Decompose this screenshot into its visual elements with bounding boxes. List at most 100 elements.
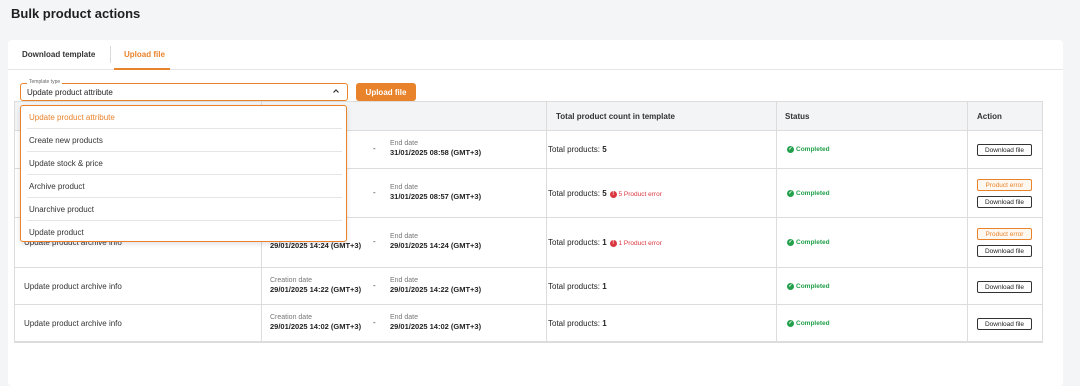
- dropdown-option[interactable]: Create new products: [21, 129, 346, 152]
- download-file-button[interactable]: Download file: [977, 245, 1032, 257]
- download-file-button[interactable]: Download file: [977, 196, 1032, 208]
- product-count-label: Total products:: [548, 189, 603, 198]
- status-text: Completed: [796, 320, 830, 328]
- product-error-note: ! 1 Product error: [609, 239, 662, 247]
- product-count-value: 5: [602, 189, 607, 198]
- dropdown-option[interactable]: Update stock & price: [21, 152, 346, 175]
- check-circle-icon: ✓: [787, 283, 794, 290]
- product-count-value: 1: [602, 282, 607, 291]
- creation-date-value: 29/01/2025 14:22 (GMT+3): [270, 285, 362, 294]
- tab-upload-file[interactable]: Upload file: [124, 50, 165, 59]
- status-text: Completed: [796, 283, 830, 291]
- end-date-value: 29/01/2025 14:24 (GMT+3): [390, 241, 482, 250]
- template-type-label: Template type: [27, 79, 63, 85]
- check-circle-icon: ✓: [787, 146, 794, 153]
- header-product-count: Total product count in template: [556, 112, 675, 121]
- product-count-value: 1: [602, 319, 607, 328]
- end-date-label: End date: [390, 314, 419, 321]
- dropdown-option[interactable]: Archive product: [21, 175, 346, 198]
- column-divider: [776, 305, 777, 341]
- product-error-text: 5 Product error: [618, 191, 662, 198]
- tab-divider: [110, 46, 111, 63]
- column-divider: [967, 268, 968, 304]
- upload-file-button[interactable]: Upload file: [356, 83, 416, 101]
- creation-date-label: Creation date: [270, 277, 313, 284]
- column-divider: [776, 131, 777, 168]
- product-count: Total products: 5! 5 Product error: [548, 189, 662, 198]
- creation-date: Creation date 29/01/2025 14:02 (GMT+3): [270, 314, 361, 331]
- chevron-up-icon: [333, 89, 339, 93]
- status-badge: ✓ Completed: [787, 283, 830, 290]
- row-action-type: Update product archive info: [24, 319, 122, 328]
- end-date-value: 31/01/2025 08:57 (GMT+3): [390, 192, 482, 201]
- download-file-button[interactable]: Download file: [977, 318, 1032, 330]
- template-type-value: Update product attribute: [27, 88, 113, 97]
- column-divider: [546, 169, 547, 217]
- product-count-label: Total products:: [548, 319, 603, 328]
- end-date: End date 29/01/2025 14:24 (GMT+3): [390, 233, 481, 250]
- column-divider: [967, 305, 968, 341]
- header-status: Status: [785, 112, 810, 121]
- product-count-label: Total products:: [548, 145, 603, 154]
- template-type-dropdown: Update product attribute Create new produ…: [20, 105, 347, 242]
- end-date-value: 29/01/2025 14:02 (GMT+3): [390, 322, 482, 331]
- end-date-label: End date: [390, 233, 419, 240]
- header-action: Action: [977, 112, 1002, 121]
- product-error-button[interactable]: Product error: [977, 179, 1032, 191]
- status-badge: ✓ Completed: [787, 146, 830, 153]
- column-divider: [546, 268, 547, 304]
- date-range-dash: -: [373, 188, 376, 197]
- end-date: End date 29/01/2025 14:22 (GMT+3): [390, 277, 481, 294]
- end-date-label: End date: [390, 140, 419, 147]
- table-row: Update product archive info Creation dat…: [15, 305, 1042, 342]
- status-text: Completed: [796, 239, 830, 247]
- download-file-button[interactable]: Download file: [977, 281, 1032, 293]
- product-count: Total products: 1! 1 Product error: [548, 238, 662, 247]
- dropdown-option[interactable]: Update product attribute: [21, 106, 346, 129]
- dropdown-option[interactable]: Unarchive product: [21, 198, 346, 221]
- status-badge: ✓ Completed: [787, 190, 830, 197]
- product-error-button[interactable]: Product error: [977, 228, 1032, 240]
- column-divider: [546, 131, 547, 168]
- product-count-value: 5: [602, 145, 607, 154]
- row-action-type: Update product archive info: [24, 282, 122, 291]
- error-circle-icon: !: [609, 190, 617, 198]
- column-divider: [776, 218, 777, 267]
- template-type-select[interactable]: Template type Update product attribute: [20, 79, 348, 101]
- end-date-value: 29/01/2025 14:22 (GMT+3): [390, 285, 482, 294]
- end-date-value: 31/01/2025 08:58 (GMT+3): [390, 148, 482, 157]
- date-range-dash: -: [373, 144, 376, 153]
- creation-date-label: Creation date: [270, 314, 313, 321]
- column-divider: [546, 102, 547, 130]
- dropdown-option[interactable]: Update product: [21, 221, 346, 244]
- active-tab-indicator: [114, 68, 170, 70]
- column-divider: [967, 169, 968, 217]
- product-error-text: 1 Product error: [618, 240, 662, 247]
- check-circle-icon: ✓: [787, 190, 794, 197]
- tab-download-template[interactable]: Download template: [22, 50, 95, 59]
- column-divider: [967, 131, 968, 168]
- product-count: Total products: 1: [548, 282, 607, 291]
- date-range-dash: -: [373, 237, 376, 246]
- check-circle-icon: ✓: [787, 320, 794, 327]
- product-error-note: ! 5 Product error: [609, 190, 662, 198]
- column-divider: [776, 169, 777, 217]
- status-text: Completed: [796, 190, 830, 198]
- product-count-label: Total products:: [548, 282, 603, 291]
- end-date-label: End date: [390, 277, 419, 284]
- creation-date: Creation date 29/01/2025 14:22 (GMT+3): [270, 277, 361, 294]
- product-count: Total products: 5: [548, 145, 607, 154]
- check-circle-icon: ✓: [787, 239, 794, 246]
- status-badge: ✓ Completed: [787, 239, 830, 246]
- column-divider: [261, 268, 262, 304]
- table-row: Update product archive info Creation dat…: [15, 268, 1042, 305]
- date-range-dash: -: [373, 281, 376, 290]
- product-count-value: 1: [602, 238, 607, 247]
- end-date: End date 31/01/2025 08:57 (GMT+3): [390, 184, 481, 201]
- column-divider: [776, 268, 777, 304]
- date-range-dash: -: [373, 318, 376, 327]
- column-divider: [546, 305, 547, 341]
- product-count: Total products: 1: [548, 319, 607, 328]
- column-divider: [261, 305, 262, 341]
- download-file-button[interactable]: Download file: [977, 144, 1032, 156]
